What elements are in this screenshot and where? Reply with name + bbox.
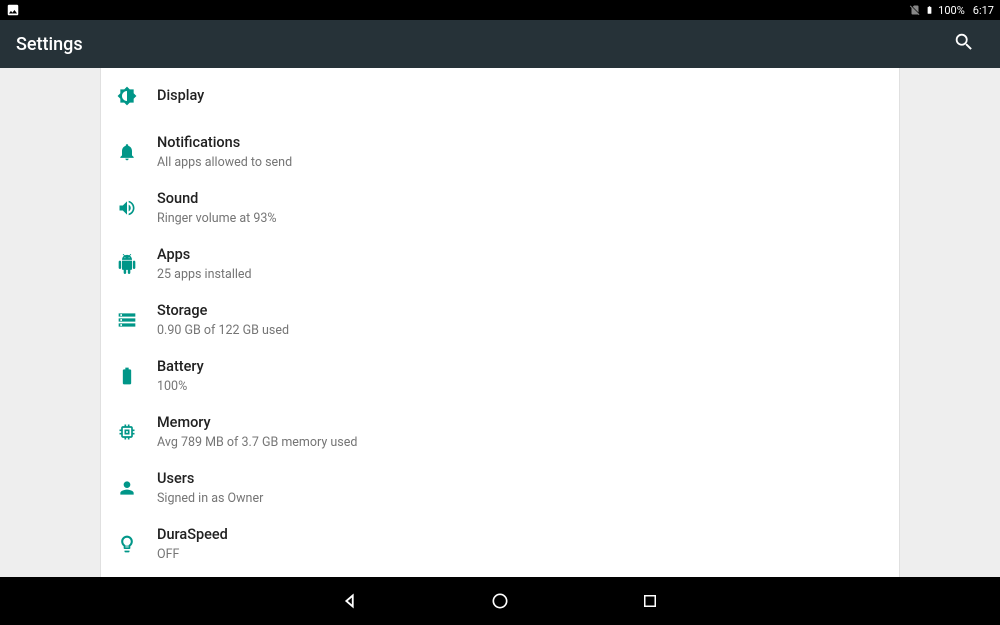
settings-row-users[interactable]: Users Signed in as Owner — [101, 460, 899, 516]
row-subtitle: 0.90 GB of 122 GB used — [157, 323, 883, 338]
settings-row-notifications[interactable]: Notifications All apps allowed to send — [101, 124, 899, 180]
home-icon — [490, 591, 510, 611]
clock-text: 6:17 — [973, 4, 994, 17]
settings-row-duraspeed[interactable]: DuraSpeed OFF — [101, 516, 899, 572]
row-subtitle: All apps allowed to send — [157, 155, 883, 170]
row-title: Storage — [157, 302, 883, 321]
sound-icon — [117, 198, 157, 218]
navigation-bar — [0, 577, 1000, 625]
back-icon — [339, 590, 361, 612]
users-icon — [117, 478, 157, 498]
apps-icon — [117, 254, 157, 274]
row-title: Display — [157, 87, 883, 106]
row-title: DuraSpeed — [157, 526, 883, 545]
row-subtitle: 100% — [157, 379, 883, 394]
search-button[interactable] — [944, 24, 984, 64]
memory-icon — [117, 422, 157, 442]
search-icon — [953, 31, 975, 57]
content-area: Display Notifications All apps allowed to … — [0, 68, 1000, 577]
settings-row-storage[interactable]: Storage 0.90 GB of 122 GB used — [101, 292, 899, 348]
home-button[interactable] — [480, 581, 520, 621]
row-subtitle: Avg 789 MB of 3.7 GB memory used — [157, 435, 883, 450]
settings-panel[interactable]: Display Notifications All apps allowed to … — [100, 68, 900, 577]
row-subtitle: 25 apps installed — [157, 267, 883, 282]
battery-icon — [117, 366, 157, 386]
row-title: Sound — [157, 190, 883, 209]
no-sim-icon — [909, 4, 921, 16]
row-subtitle: Ringer volume at 93% — [157, 211, 883, 226]
row-subtitle: Signed in as Owner — [157, 491, 883, 506]
image-icon — [6, 3, 20, 17]
settings-row-memory[interactable]: Memory Avg 789 MB of 3.7 GB memory used — [101, 404, 899, 460]
row-title: Apps — [157, 246, 883, 265]
recent-icon — [641, 592, 659, 610]
row-title: Notifications — [157, 134, 883, 153]
battery-text: 100% — [938, 4, 965, 17]
row-subtitle: OFF — [157, 547, 883, 562]
back-button[interactable] — [330, 581, 370, 621]
storage-icon — [117, 310, 157, 330]
settings-row-battery[interactable]: Battery 100% — [101, 348, 899, 404]
notifications-icon — [117, 142, 157, 162]
settings-row-sound[interactable]: Sound Ringer volume at 93% — [101, 180, 899, 236]
row-title: Memory — [157, 414, 883, 433]
duraspeed-icon — [117, 534, 157, 554]
row-title: Users — [157, 470, 883, 489]
settings-row-display[interactable]: Display — [101, 68, 899, 124]
status-bar: 100% 6:17 — [0, 0, 1000, 20]
display-icon — [117, 86, 157, 106]
page-title: Settings — [16, 34, 83, 55]
row-title: Battery — [157, 358, 883, 377]
recent-button[interactable] — [630, 581, 670, 621]
action-bar: Settings — [0, 20, 1000, 68]
battery-icon — [925, 3, 934, 17]
settings-row-apps[interactable]: Apps 25 apps installed — [101, 236, 899, 292]
